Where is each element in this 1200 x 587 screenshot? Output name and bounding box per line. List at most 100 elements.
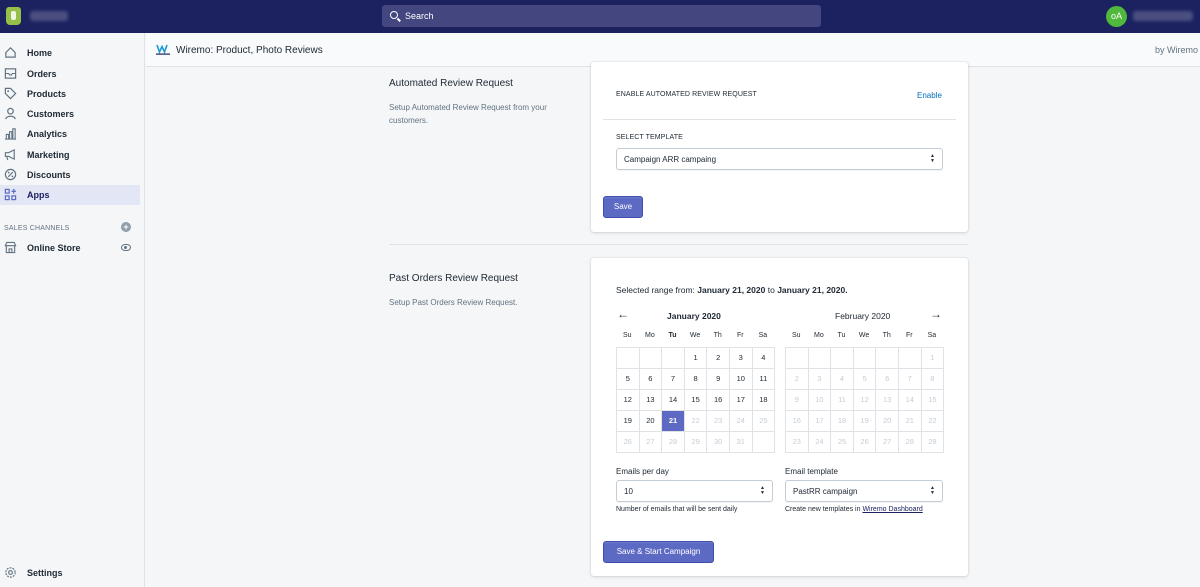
email-template-select[interactable]: PastRR campaign ▲ ▼: [785, 480, 943, 502]
eye-icon[interactable]: [121, 244, 131, 251]
avatar[interactable]: oA: [1106, 6, 1127, 27]
calendar-day[interactable]: 18: [752, 390, 776, 411]
user-name-redacted[interactable]: [1133, 11, 1193, 21]
add-channel-icon[interactable]: +: [121, 222, 131, 232]
calendar-day[interactable]: 5: [617, 369, 640, 390]
calendar-day[interactable]: 16: [707, 390, 730, 411]
divider: [603, 119, 956, 120]
sidebar-item-customers[interactable]: Customers: [0, 104, 140, 124]
calendar-day: 14: [898, 390, 922, 411]
range-to: January 21, 2020.: [777, 285, 848, 295]
save-start-campaign-button[interactable]: Save & Start Campaign: [603, 541, 714, 563]
discount-icon: [4, 168, 17, 181]
wiremo-dashboard-link[interactable]: Wiremo Dashboard: [862, 506, 922, 513]
sidebar-item-discounts[interactable]: Discounts: [0, 165, 140, 185]
sidebar-item-label: Customers: [27, 109, 75, 119]
emails-per-day-input[interactable]: 10 ▲ ▼: [616, 480, 773, 502]
calendar-day[interactable]: 9: [707, 369, 730, 390]
calendar-day[interactable]: 20: [639, 411, 663, 432]
calendar-day[interactable]: 15: [684, 390, 708, 411]
gear-icon: [5, 567, 16, 578]
sidebar-item-analytics[interactable]: Analytics: [0, 124, 140, 144]
tag-icon: [4, 87, 17, 100]
prev-month-arrow-icon[interactable]: ←: [617, 307, 629, 321]
calendar-day[interactable]: 21: [662, 411, 685, 432]
calendar-empty-cell: [786, 348, 809, 369]
calendar-day[interactable]: 17: [729, 390, 753, 411]
calendar-day: 24: [808, 432, 832, 453]
weekday-label: Sa: [758, 332, 768, 339]
sidebar-item-orders[interactable]: Orders: [0, 64, 140, 84]
calendar-day[interactable]: 7: [662, 369, 685, 390]
sidebar-item-marketing[interactable]: Marketing: [0, 145, 140, 165]
calendar-day[interactable]: 8: [684, 369, 708, 390]
calendar-day: 22: [684, 411, 708, 432]
calendar-day[interactable]: 6: [639, 369, 663, 390]
calendar-day: 5: [853, 369, 877, 390]
sidebar-item-label: Analytics: [27, 129, 68, 139]
weekday-label: Tu: [837, 332, 846, 339]
select-arrows-icon: ▲ ▼: [930, 153, 935, 164]
calendar-empty-cell: [752, 432, 776, 453]
calendar-day[interactable]: 4: [752, 348, 776, 369]
search-input[interactable]: Search: [405, 11, 434, 21]
calendar-day: 25: [831, 432, 854, 453]
template-select[interactable]: Campaign ARR campaing ▲ ▼: [616, 148, 943, 170]
weekday-label: Fr: [736, 332, 744, 339]
calendar-day: 17: [808, 411, 832, 432]
calendar-day[interactable]: 12: [617, 390, 640, 411]
weekday-label: Sa: [927, 332, 937, 339]
next-month-arrow-icon[interactable]: →: [930, 307, 942, 321]
calendar-day: 4: [831, 369, 854, 390]
shopify-logo-icon[interactable]: [6, 7, 21, 25]
calendar-day: 27: [876, 432, 899, 453]
calendar-day[interactable]: 10: [729, 369, 753, 390]
sidebar-item-online-store[interactable]: Online Store: [0, 238, 140, 258]
calendar-day: 10: [808, 390, 832, 411]
weekday-label: Th: [882, 332, 891, 339]
sidebar-item-products[interactable]: Products: [0, 84, 140, 104]
calendar-empty-cell: [831, 348, 854, 369]
calendar-day: 23: [786, 432, 809, 453]
search-bar[interactable]: Search: [382, 5, 821, 27]
sales-channels-heading: SALES CHANNELS: [4, 225, 70, 232]
calendar-day[interactable]: 3: [729, 348, 753, 369]
store-name-redacted[interactable]: [30, 11, 68, 21]
calendar-day: 7: [898, 369, 922, 390]
month-title-february: February 2020: [835, 311, 891, 321]
calendar-day: 24: [729, 411, 753, 432]
calendar-day[interactable]: 1: [684, 348, 708, 369]
megaphone-icon: [4, 148, 15, 161]
select-template-label: SELECT TEMPLATE: [616, 134, 683, 141]
weekday-label: Th: [713, 332, 722, 339]
save-button[interactable]: Save: [603, 196, 643, 218]
calendar-day: 13: [876, 390, 899, 411]
calendar-day[interactable]: 19: [617, 411, 640, 432]
enable-label: ENABLE AUTOMATED REVIEW REQUEST: [616, 91, 757, 98]
calendar-day: 2: [786, 369, 809, 390]
weekday-label: We: [689, 332, 701, 339]
calendar-january: 1 2 3 4 5 6 7 8 9 10 11 12 13 14 15 16 17 18 19 20 21 22 23 24 2…: [616, 347, 776, 453]
bar-chart-icon: [4, 128, 17, 140]
stepper-arrows-icon[interactable]: ▲ ▼: [760, 486, 765, 496]
weekday-label: Mo: [814, 332, 824, 339]
enable-link[interactable]: Enable: [917, 91, 942, 100]
app-author: by Wiremo: [1154, 45, 1198, 55]
top-bar: Search oA: [0, 0, 1200, 33]
calendar-day: 28: [662, 432, 685, 453]
calendar-day[interactable]: 2: [707, 348, 730, 369]
sidebar-item-label: Settings: [27, 568, 63, 578]
home-icon: [5, 47, 16, 58]
calendar-day[interactable]: 14: [662, 390, 685, 411]
calendar-day: 12: [853, 390, 877, 411]
weekday-label: Mo: [645, 332, 655, 339]
sidebar-item-apps[interactable]: Apps: [0, 185, 140, 205]
calendar-day: 28: [898, 432, 922, 453]
sidebar-item-label: Products: [27, 89, 67, 99]
calendar-day[interactable]: 11: [752, 369, 776, 390]
sidebar-item-home[interactable]: Home: [0, 43, 140, 63]
apps-icon: [4, 188, 17, 201]
calendar-day[interactable]: 13: [639, 390, 663, 411]
sidebar-item-settings[interactable]: Settings: [0, 563, 140, 583]
calendar-day: 3: [808, 369, 832, 390]
